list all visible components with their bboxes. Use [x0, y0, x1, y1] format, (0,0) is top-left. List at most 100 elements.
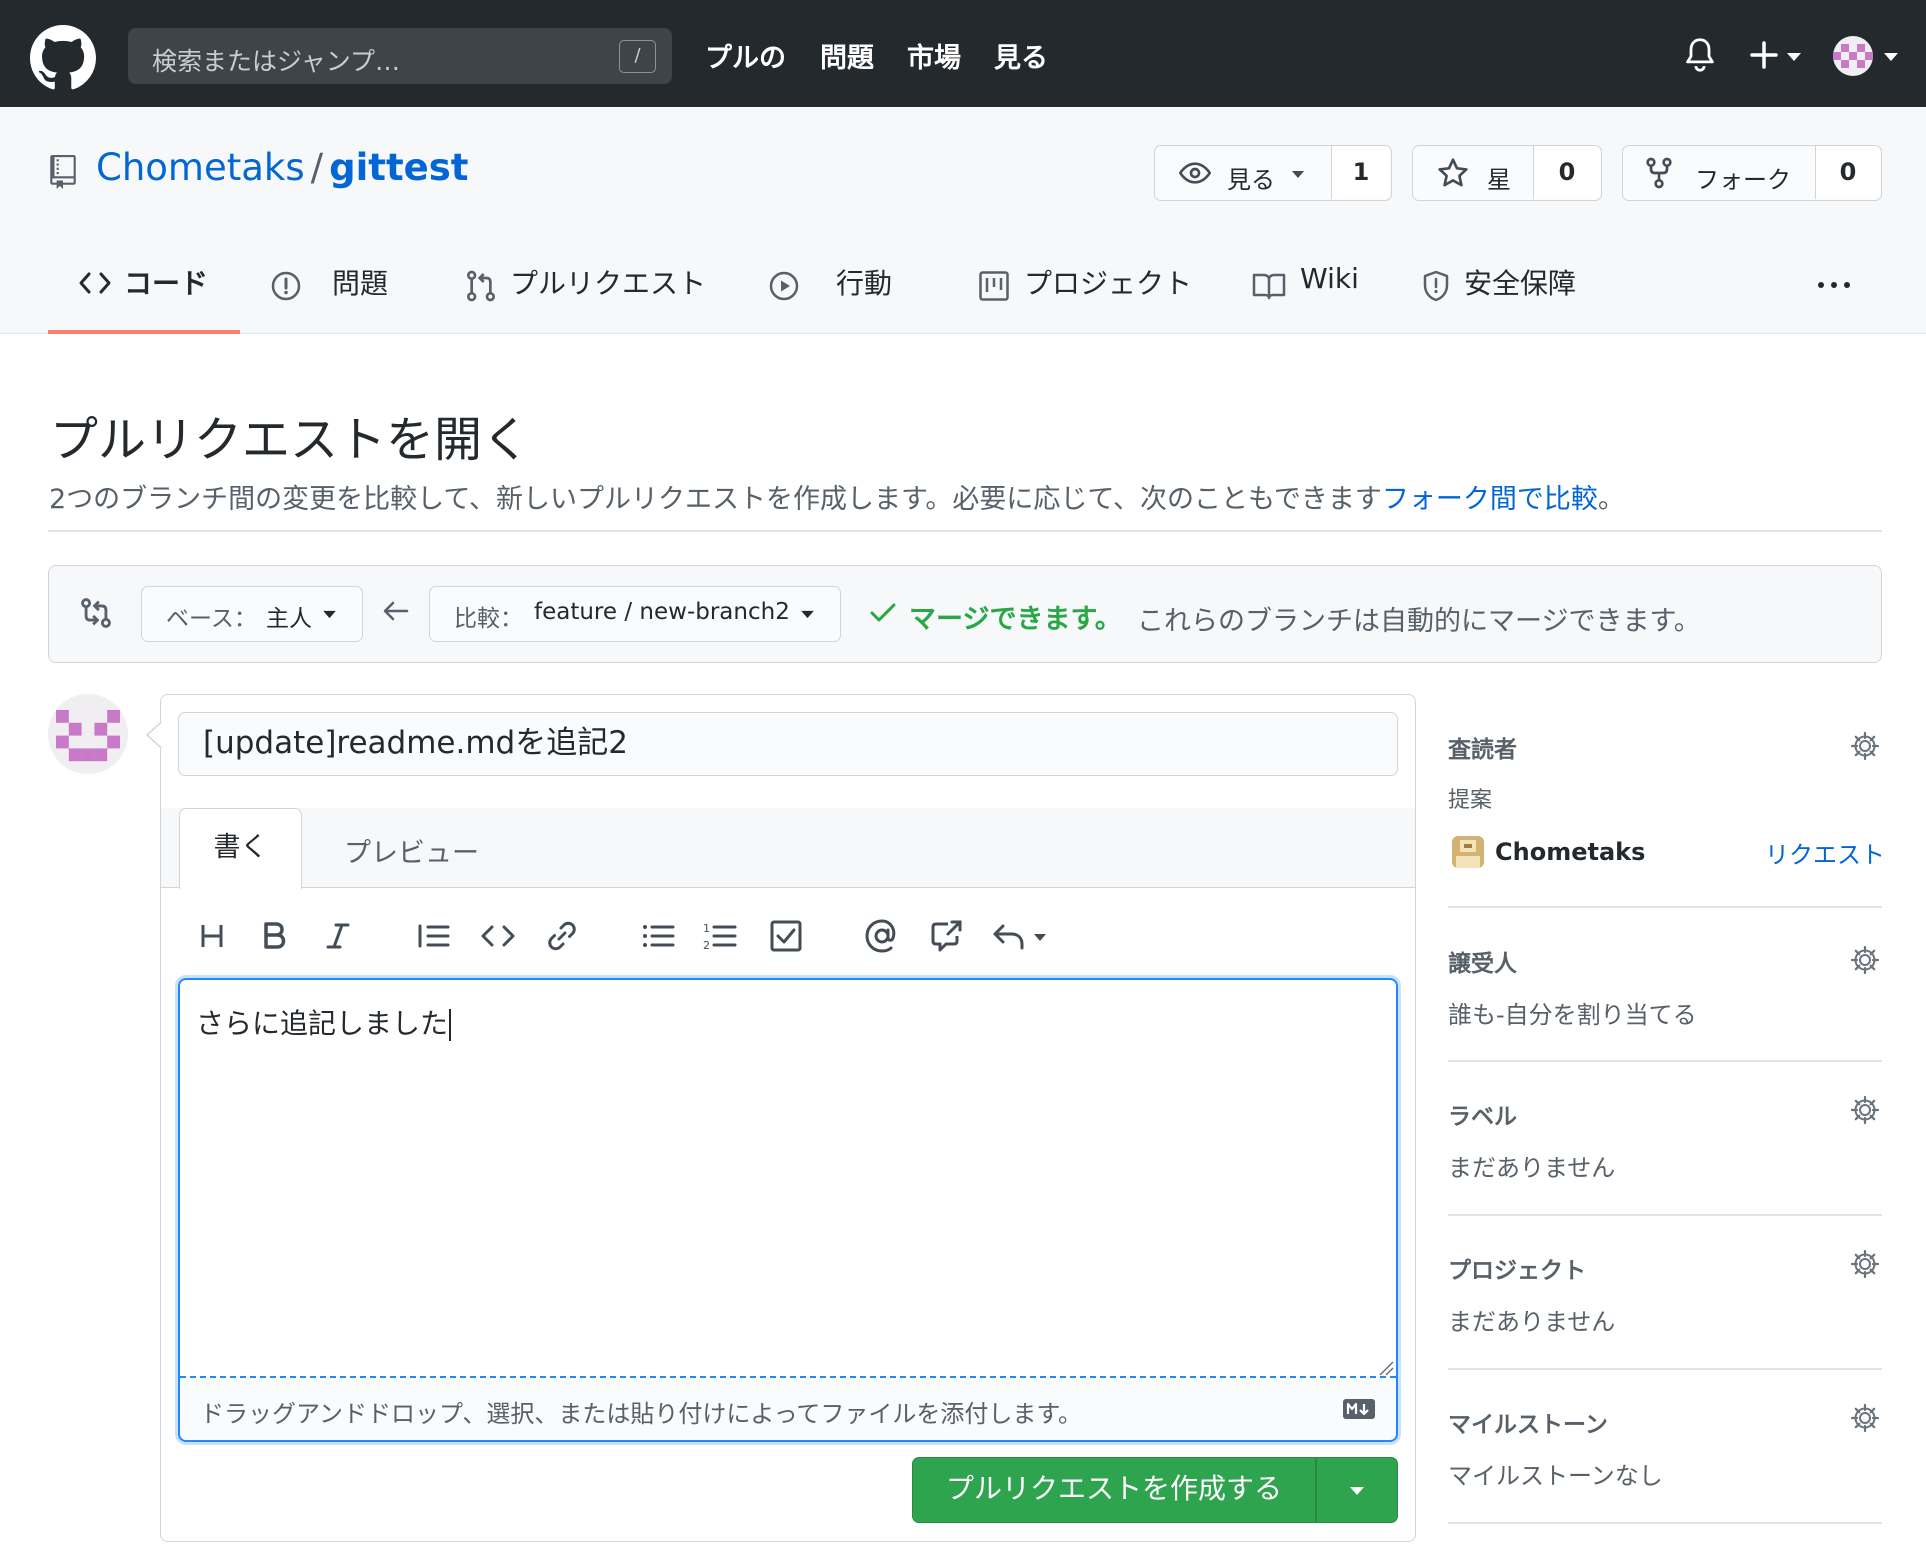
selected-tab-underline — [48, 330, 240, 334]
file-attach-hint: ドラッグアンドドロップ、選択、または貼り付けによってファイルを添付します。 — [200, 1400, 1082, 1428]
tab-preview[interactable]: プレビュー — [344, 831, 479, 870]
heading-icon[interactable] — [194, 918, 230, 954]
user-avatar[interactable] — [1833, 36, 1873, 76]
watch-button[interactable]: 見る — [1227, 160, 1275, 195]
code-icon — [78, 270, 112, 296]
tab-security[interactable]: 安全保障 — [1464, 262, 1576, 302]
eye-icon — [1179, 160, 1211, 186]
divider — [1448, 1214, 1882, 1216]
github-logo-icon[interactable] — [30, 25, 96, 91]
compare-across-forks-link[interactable]: フォーク間で比較 — [1382, 484, 1598, 515]
tab-write[interactable]: 書く — [179, 808, 302, 889]
chevron-down-icon — [322, 610, 337, 619]
git-compare-icon — [79, 596, 113, 630]
assignees-heading[interactable]: 譲受人 — [1448, 944, 1517, 978]
reviewers-heading[interactable]: 査読者 — [1448, 730, 1517, 764]
pr-body-textarea[interactable]: さらに追記しました ドラッグアンドドロップ、選択、または貼り付けによってファイル… — [178, 978, 1398, 1442]
nav-marketplace[interactable]: 市場 — [907, 36, 961, 75]
search-input[interactable]: 検索またはジャンプ… / — [128, 28, 672, 84]
divider — [1448, 1522, 1882, 1524]
unordered-list-icon[interactable] — [640, 918, 676, 954]
assignees-value[interactable]: 誰も-自分を割り当てる — [1448, 995, 1697, 1030]
pr-body-value: さらに追記しました — [196, 1007, 449, 1040]
repo-owner-link[interactable]: Chometaks — [96, 146, 305, 189]
divider — [1448, 1368, 1882, 1370]
repo-title-separator: / — [310, 146, 324, 189]
tab-actions[interactable]: 行動 — [836, 262, 892, 302]
suggested-reviewer-name: Chometaks — [1495, 838, 1646, 866]
more-options-kebab-icon[interactable] — [1816, 280, 1852, 290]
cross-reference-icon[interactable] — [928, 918, 964, 954]
link-icon[interactable] — [544, 918, 580, 954]
task-list-icon[interactable] — [768, 918, 804, 954]
chevron-down-icon[interactable] — [1291, 170, 1305, 179]
file-attach-area[interactable]: ドラッグアンドドロップ、選択、または貼り付けによってファイルを添付します。 — [180, 1376, 1396, 1440]
nav-issues[interactable]: 問題 — [820, 36, 874, 75]
labels-heading[interactable]: ラベル — [1448, 1097, 1517, 1131]
shield-icon — [1422, 270, 1450, 302]
merge-message: これらのブランチは自動的にマージできます。 — [1137, 606, 1701, 637]
request-review-link[interactable]: リクエスト — [1765, 835, 1885, 870]
ordered-list-icon[interactable]: 12 — [702, 918, 738, 954]
nav-pulls[interactable]: プルの — [705, 36, 786, 75]
create-options-dropdown[interactable] — [1316, 1457, 1398, 1523]
quote-icon[interactable] — [416, 918, 452, 954]
code-icon[interactable] — [480, 918, 516, 954]
project-icon — [978, 270, 1010, 302]
page-description: 2つのブランチ間の変更を比較して、新しいプルリクエストを作成します。必要に応じて… — [49, 477, 1625, 516]
pr-title-input[interactable]: [update]readme.mdを追記2 — [178, 712, 1398, 776]
star-count[interactable]: 0 — [1533, 146, 1600, 199]
star-button[interactable]: 星 — [1487, 160, 1511, 195]
suggested-reviewer-avatar — [1452, 836, 1484, 868]
compare-branch-key: 比較： — [454, 606, 523, 632]
svg-text:2: 2 — [703, 939, 710, 952]
projects-heading[interactable]: プロジェクト — [1448, 1251, 1586, 1285]
tab-wiki[interactable]: Wiki — [1300, 262, 1359, 295]
page-description-end: 。 — [1597, 484, 1625, 515]
create-pull-request-button[interactable]: プルリクエストを作成する — [912, 1457, 1316, 1523]
tab-projects[interactable]: プロジェクト — [1024, 262, 1192, 302]
italic-icon[interactable] — [320, 918, 356, 954]
tab-pull-requests[interactable]: プルリクエスト — [510, 262, 706, 302]
chevron-down-icon — [1349, 1486, 1365, 1496]
mention-icon[interactable] — [864, 918, 900, 954]
gear-icon[interactable] — [1850, 1095, 1880, 1125]
notifications-bell-icon[interactable] — [1683, 37, 1717, 73]
merge-status: マージできます。 — [909, 604, 1122, 635]
milestone-value: マイルストーンなし — [1448, 1462, 1663, 1490]
chevron-down-icon[interactable] — [1786, 52, 1802, 62]
fork-count[interactable]: 0 — [1815, 146, 1880, 199]
tab-issues[interactable]: 問題 — [332, 262, 388, 302]
compare-branch-select[interactable]: 比較： feature / new-branch2 — [429, 586, 841, 642]
page-title: プルリクエストを開く — [50, 412, 531, 468]
repo-name-link[interactable]: gittest — [329, 146, 468, 189]
milestone-heading[interactable]: マイルストーン — [1448, 1405, 1608, 1439]
text-caret — [449, 1009, 452, 1041]
fork-button[interactable]: フォーク — [1695, 160, 1791, 195]
bold-icon[interactable] — [256, 918, 292, 954]
divider — [1448, 1060, 1882, 1062]
play-icon — [768, 270, 800, 302]
check-icon — [869, 602, 897, 624]
create-new-plus-icon[interactable] — [1749, 40, 1779, 70]
gear-icon[interactable] — [1850, 731, 1880, 761]
gear-icon[interactable] — [1850, 1403, 1880, 1433]
repo-icon — [49, 155, 77, 189]
compare-bar: ベース： 主人 比較： feature / new-branch2 マージできま… — [48, 565, 1882, 663]
compare-branch-value: feature / new-branch2 — [534, 599, 790, 625]
form-pointer — [146, 722, 162, 748]
resize-handle-icon[interactable] — [1378, 1360, 1394, 1376]
author-avatar — [48, 694, 128, 774]
repo-title: Chometaks / gittest — [96, 146, 468, 189]
gear-icon[interactable] — [1850, 945, 1880, 975]
reply-icon[interactable] — [992, 918, 1052, 954]
tab-code[interactable]: コード — [124, 262, 208, 302]
svg-text:1: 1 — [703, 922, 710, 935]
nav-explore[interactable]: 見る — [994, 36, 1048, 75]
chevron-down-icon[interactable] — [1883, 52, 1899, 62]
gear-icon[interactable] — [1850, 1249, 1880, 1279]
watch-count[interactable]: 1 — [1331, 146, 1390, 199]
star-button-group: 星 0 — [1412, 145, 1602, 201]
base-branch-select[interactable]: ベース： 主人 — [141, 586, 363, 642]
markdown-icon[interactable] — [1342, 1398, 1376, 1420]
